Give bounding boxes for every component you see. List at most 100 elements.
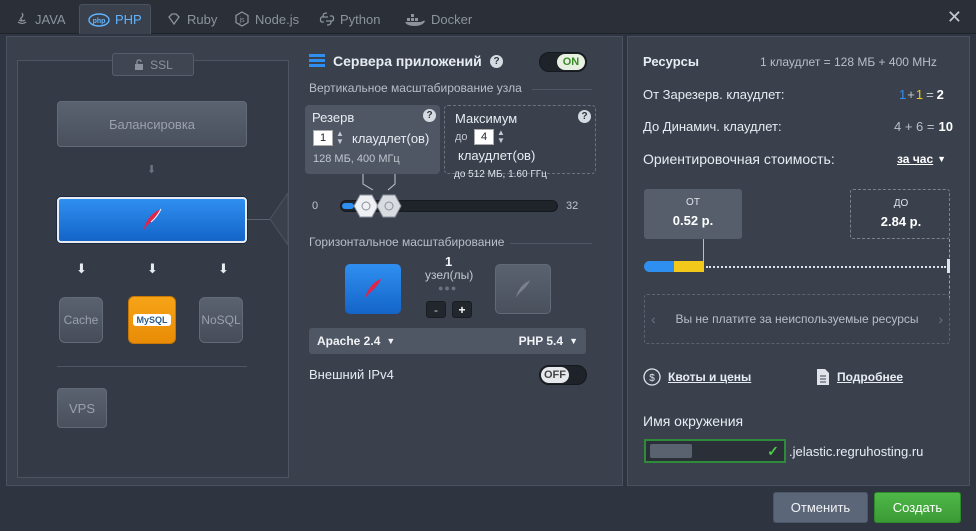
servers-icon — [309, 54, 325, 67]
reserved-cloudlets-input[interactable]: 1 — [313, 130, 333, 146]
arrow-down-icon: ⬇ — [218, 261, 229, 276]
details-link-text: Подробнее — [837, 370, 904, 384]
svg-text:js: js — [238, 17, 245, 24]
env-name-value-masked — [650, 444, 692, 458]
cost-from-label: ОТ — [686, 197, 700, 208]
ipv4-label: Внешний IPv4 — [309, 367, 394, 382]
pointer-icon — [270, 193, 288, 245]
toggle-off-knob: OFF — [541, 367, 569, 383]
arrow-down-icon: ⬇ — [147, 164, 157, 176]
cost-bar-dynamic — [706, 266, 946, 268]
info-carousel: ‹ Вы не платите за неиспользуемые ресурс… — [644, 294, 950, 344]
quotas-link-text: Квоты и цены — [668, 370, 752, 384]
apache-feather-icon — [364, 278, 382, 300]
divider — [510, 243, 592, 244]
tab-label: Python — [340, 11, 381, 27]
tab-label: Node.js — [255, 11, 300, 27]
chevron-down-icon: ▼ — [569, 336, 578, 346]
vps-node[interactable]: VPS — [57, 388, 107, 428]
reserved-stepper[interactable]: ▲ ▼ — [336, 130, 344, 146]
apache-feather-icon — [515, 280, 531, 298]
vps-label: VPS — [68, 400, 95, 416]
dynamic-expr: 4 + 6 = — [894, 119, 935, 134]
chevron-right-icon[interactable]: › — [938, 311, 943, 327]
tab-ruby[interactable]: Ruby — [158, 4, 225, 34]
help-icon[interactable]: ? — [490, 55, 503, 68]
cost-period-select[interactable]: за час ▼ — [897, 152, 946, 166]
chevron-left-icon[interactable]: ‹ — [651, 311, 656, 327]
php-version-value[interactable]: PHP 5.4 — [519, 334, 563, 348]
remove-node-button[interactable]: - — [426, 301, 446, 318]
dots-indicator: ●●● — [438, 283, 458, 293]
nosql-label: NoSQL — [201, 313, 241, 327]
svg-text:$: $ — [649, 373, 655, 384]
ssl-toggle[interactable]: SSL — [112, 53, 194, 76]
details-link[interactable]: Подробнее — [816, 368, 903, 386]
app-servers-toggle[interactable]: ON — [539, 52, 587, 72]
resources-title: Ресурсы — [643, 54, 699, 69]
reserved-b: 1 — [915, 87, 924, 102]
lock-icon — [135, 58, 144, 70]
cancel-button[interactable]: Отменить — [773, 492, 868, 523]
add-node-placeholder[interactable] — [495, 264, 551, 314]
mysql-logo: MySQL — [133, 314, 171, 326]
divider — [57, 366, 247, 367]
tab-label: Ruby — [187, 11, 218, 27]
equals-sign: = — [926, 87, 934, 102]
tab-python[interactable]: Python — [311, 4, 388, 34]
java-icon — [17, 12, 27, 25]
max-title: Максимум — [455, 111, 518, 126]
create-button[interactable]: Создать — [874, 492, 961, 523]
apache-feather-icon — [143, 208, 162, 231]
cost-bar-reserved — [644, 261, 674, 272]
env-name-input[interactable]: ✓ — [644, 439, 786, 463]
tab-java[interactable]: JAVA — [6, 4, 74, 34]
close-icon[interactable]: ✕ — [947, 7, 962, 28]
document-icon — [817, 369, 829, 385]
server-select-value: Apache 2.4 — [317, 334, 381, 348]
chevron-down-icon: ▼ — [386, 336, 396, 346]
app-servers-title: Сервера приложений — [333, 53, 482, 69]
help-icon[interactable]: ? — [423, 109, 436, 122]
reserved-total: 2 — [936, 87, 944, 102]
node-instance-icon[interactable] — [345, 264, 401, 314]
add-node-button[interactable]: + — [452, 301, 472, 318]
horizontal-scaling-label: Горизонтальное масштабирование — [309, 235, 505, 249]
cost-from-value: 0.52 р. — [672, 213, 714, 228]
php-icon: php — [88, 12, 110, 27]
cost-label: Ориентировочная стоимость: — [643, 151, 835, 167]
max-cloudlets-input[interactable]: 4 — [474, 129, 494, 145]
tab-php[interactable]: php PHP — [79, 4, 151, 34]
cloudlet-info: 1 клаудлет = 128 МБ + 400 MHz — [760, 55, 937, 69]
reserve-title: Резерв — [312, 110, 355, 125]
php-apache-node[interactable] — [57, 197, 247, 243]
slider-min: 0 — [312, 200, 319, 212]
cost-range-bar — [644, 259, 950, 273]
reserved-a: 1 — [899, 87, 907, 102]
balancer-node[interactable]: Балансировка — [57, 101, 247, 147]
slider-max: 32 — [566, 200, 579, 212]
server-version-select[interactable]: Apache 2.4 ▼ PHP 5.4 ▼ — [309, 328, 586, 354]
ipv4-toggle[interactable]: OFF — [539, 365, 587, 385]
max-stepper[interactable]: ▲ ▼ — [497, 129, 505, 145]
plus-sign: + — [907, 87, 915, 102]
reserve-detail: 128 МБ, 400 МГц — [313, 153, 400, 165]
max-slider-handle[interactable] — [376, 193, 402, 219]
quotas-link[interactable]: $ Квоты и цены — [643, 368, 751, 386]
chevron-down-icon: ▼ — [937, 154, 947, 164]
cache-node[interactable]: Cache — [59, 297, 103, 343]
check-icon: ✓ — [762, 441, 784, 461]
cost-to-box: ДО 2.84 р. — [850, 189, 950, 239]
info-note: Вы не платите за неиспользуемые ресурсы — [675, 312, 919, 326]
nodejs-icon: js — [235, 11, 249, 27]
cost-to-label: ДО — [893, 198, 909, 209]
env-domain: .jelastic.regruhosting.ru — [789, 444, 924, 459]
tab-nodejs[interactable]: js Node.js — [226, 4, 307, 34]
nosql-node[interactable]: NoSQL — [199, 297, 243, 343]
cache-label: Cache — [63, 313, 99, 327]
mysql-node[interactable]: MySQL — [128, 296, 176, 344]
help-icon[interactable]: ? — [578, 110, 591, 123]
tab-docker[interactable]: Docker — [396, 4, 480, 34]
ssl-label: SSL — [150, 57, 173, 72]
reserve-unit: клаудлет(ов) — [352, 131, 430, 146]
